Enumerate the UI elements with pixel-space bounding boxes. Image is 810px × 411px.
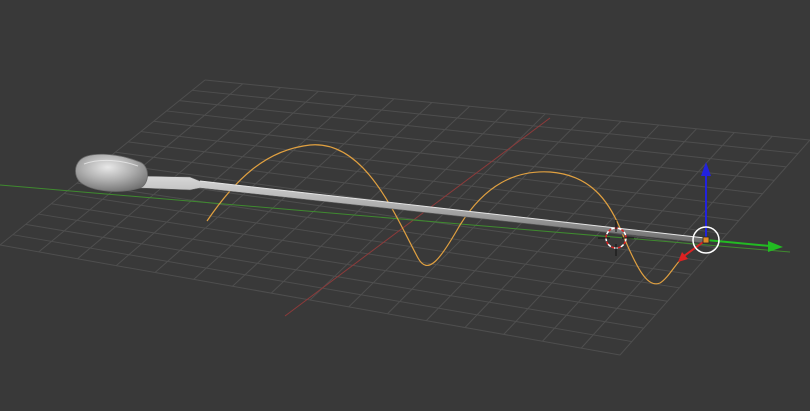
grid-line	[51, 203, 668, 302]
object-origin-icon	[702, 236, 710, 244]
grid-line	[0, 244, 621, 356]
y-axis-line	[0, 184, 791, 253]
3d-viewport[interactable]	[0, 0, 810, 411]
grid-line	[38, 213, 656, 316]
floor-grid	[0, 79, 810, 356]
viewport-canvas[interactable]	[0, 0, 810, 411]
grid-line	[63, 192, 680, 289]
grid-line	[25, 223, 644, 329]
